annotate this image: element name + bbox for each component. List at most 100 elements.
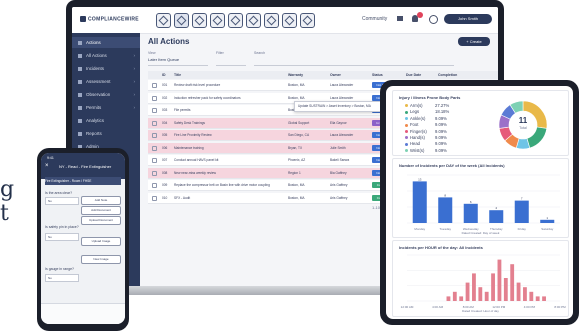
- bar[interactable]: [497, 259, 502, 301]
- module-training-icon[interactable]: [246, 13, 261, 28]
- column-header[interactable]: ID: [162, 73, 166, 77]
- new-image-button[interactable]: New Image: [81, 255, 121, 264]
- legend-swatch: [405, 104, 408, 108]
- create-button[interactable]: + Create: [458, 37, 490, 46]
- module-documents-icon[interactable]: [282, 13, 297, 28]
- sidebar-item-incidents[interactable]: Incidents ›: [72, 63, 140, 74]
- bar[interactable]: [542, 296, 546, 301]
- column-header[interactable]: Completion: [438, 73, 457, 77]
- help-icon[interactable]: [429, 15, 438, 24]
- bar[interactable]: [412, 181, 427, 223]
- community-link[interactable]: Community: [362, 16, 387, 22]
- bar[interactable]: [503, 278, 508, 301]
- row-checkbox[interactable]: [152, 108, 157, 113]
- bar[interactable]: [452, 291, 457, 301]
- home-icon[interactable]: [397, 16, 403, 21]
- close-icon[interactable]: ×: [45, 163, 49, 169]
- bar[interactable]: [478, 287, 483, 301]
- column-header[interactable]: Title: [174, 73, 181, 77]
- table-cell-title[interactable]: Replace the compressor belt on Basin lin…: [174, 183, 284, 187]
- module-incidents-icon[interactable]: [174, 13, 189, 28]
- table-cell-title[interactable]: File permits: [174, 108, 284, 112]
- table-cell-title[interactable]: Safety Desk Trainings: [174, 121, 284, 125]
- sidebar-item-analytics[interactable]: Analytics: [72, 115, 140, 126]
- module-permits-icon[interactable]: [228, 13, 243, 28]
- search-input[interactable]: Search: [254, 51, 454, 66]
- view-select[interactable]: View Later Item Queue: [148, 51, 208, 66]
- table-cell-title[interactable]: New near-miss weekly review: [174, 171, 284, 175]
- sidebar-item-reports[interactable]: Reports: [72, 128, 140, 139]
- hour-of-day-card: Incidents per HOUR of the day: All Incid…: [392, 240, 569, 317]
- bar[interactable]: [446, 296, 451, 301]
- legend-item: Ankle(s) 9.09%: [405, 116, 447, 122]
- bar[interactable]: [516, 282, 521, 301]
- column-header[interactable]: Warranty: [288, 73, 303, 77]
- sidebar-item-permits[interactable]: Permits ›: [72, 102, 140, 113]
- row-checkbox[interactable]: [152, 145, 157, 151]
- bar[interactable]: [438, 197, 453, 223]
- row-checkbox[interactable]: [152, 95, 157, 101]
- bar[interactable]: [529, 291, 534, 301]
- observation-icon: [78, 92, 82, 97]
- bar[interactable]: [463, 203, 478, 223]
- bar[interactable]: [484, 291, 489, 301]
- table-cell-title[interactable]: Maintenance training: [174, 146, 284, 150]
- table-cell-title[interactable]: Fire Line Proximity Review: [174, 133, 284, 137]
- sidebar-item-observation[interactable]: Observation ›: [72, 89, 140, 100]
- phone-answer-3[interactable]: No: [45, 274, 79, 282]
- row-checkbox[interactable]: [152, 83, 157, 88]
- table-cell-title[interactable]: SFX - Audit: [174, 196, 284, 200]
- bar[interactable]: [510, 264, 515, 301]
- column-header[interactable]: Status: [372, 73, 383, 77]
- table-cell-title[interactable]: Induction refresher pack for safety coor…: [174, 96, 284, 100]
- column-header[interactable]: Owner: [330, 73, 341, 77]
- module-actions-icon[interactable]: [156, 13, 171, 28]
- donut-slice[interactable]: [526, 126, 548, 149]
- row-checkbox[interactable]: [152, 183, 157, 188]
- table-cell-title[interactable]: Conduct annual HAVS panel kit: [174, 158, 284, 162]
- top-navigation-bar: COMPLIANCEWIRE Community John Smith: [72, 7, 498, 34]
- bar[interactable]: [540, 219, 555, 223]
- filter-button[interactable]: Filter: [216, 51, 246, 66]
- filter-bar: View Later Item Queue Filter Search: [148, 51, 492, 69]
- bar[interactable]: [465, 282, 470, 301]
- upload-document-button[interactable]: Upload Document: [81, 216, 121, 225]
- column-header[interactable]: Due Date: [406, 73, 421, 77]
- bar[interactable]: [459, 296, 464, 301]
- row-checkbox[interactable]: [152, 158, 157, 163]
- row-checkbox[interactable]: [152, 133, 157, 138]
- table-cell-owner: Bia Gaffney: [330, 170, 347, 175]
- donut-chart: [498, 100, 548, 150]
- app-logo[interactable]: COMPLIANCEWIRE: [80, 16, 139, 22]
- module-assessment-icon[interactable]: [192, 13, 207, 28]
- fragment-line-1: g: [0, 177, 15, 202]
- sidebar-item-assessment[interactable]: Assessment ›: [72, 76, 140, 87]
- bar[interactable]: [489, 210, 504, 223]
- row-checkbox[interactable]: [152, 195, 157, 201]
- phone-section-select[interactable]: Fire Extinguisher - Room / FHSE: [45, 177, 121, 185]
- bar[interactable]: [535, 296, 540, 301]
- chevron-right-icon: ›: [133, 53, 136, 58]
- table-cell-warranty: Phoenix, AZ: [288, 158, 306, 162]
- bar[interactable]: [491, 273, 495, 301]
- row-checkbox[interactable]: [152, 170, 157, 176]
- phone-header: 9:41 × NY - Read - Fire Extinguisher: [41, 153, 125, 179]
- upload-image-button[interactable]: Upload Image: [81, 237, 121, 246]
- sidebar-item-actions[interactable]: Actions: [72, 37, 140, 48]
- bar[interactable]: [523, 287, 527, 301]
- table-cell-owner: Laura Alexander: [330, 83, 354, 87]
- add-note-button[interactable]: Add Note: [81, 196, 121, 205]
- phone-answer-2[interactable]: No: [45, 233, 79, 241]
- bar[interactable]: [472, 273, 476, 301]
- add-document-button[interactable]: Add Document: [81, 206, 121, 215]
- module-observation-icon[interactable]: [210, 13, 225, 28]
- table-cell-title[interactable]: Review draft risk level procedure: [174, 83, 284, 87]
- sidebar-item-all-actions[interactable]: All Actions ›: [72, 50, 140, 61]
- phone-answer-1[interactable]: No: [45, 197, 79, 205]
- module-audit-icon[interactable]: [264, 13, 279, 28]
- assessment-icon: [78, 79, 82, 84]
- bar[interactable]: [514, 200, 529, 223]
- user-menu-button[interactable]: John Smith: [444, 14, 492, 24]
- module-reports-icon[interactable]: [300, 13, 315, 28]
- row-checkbox[interactable]: [152, 120, 157, 126]
